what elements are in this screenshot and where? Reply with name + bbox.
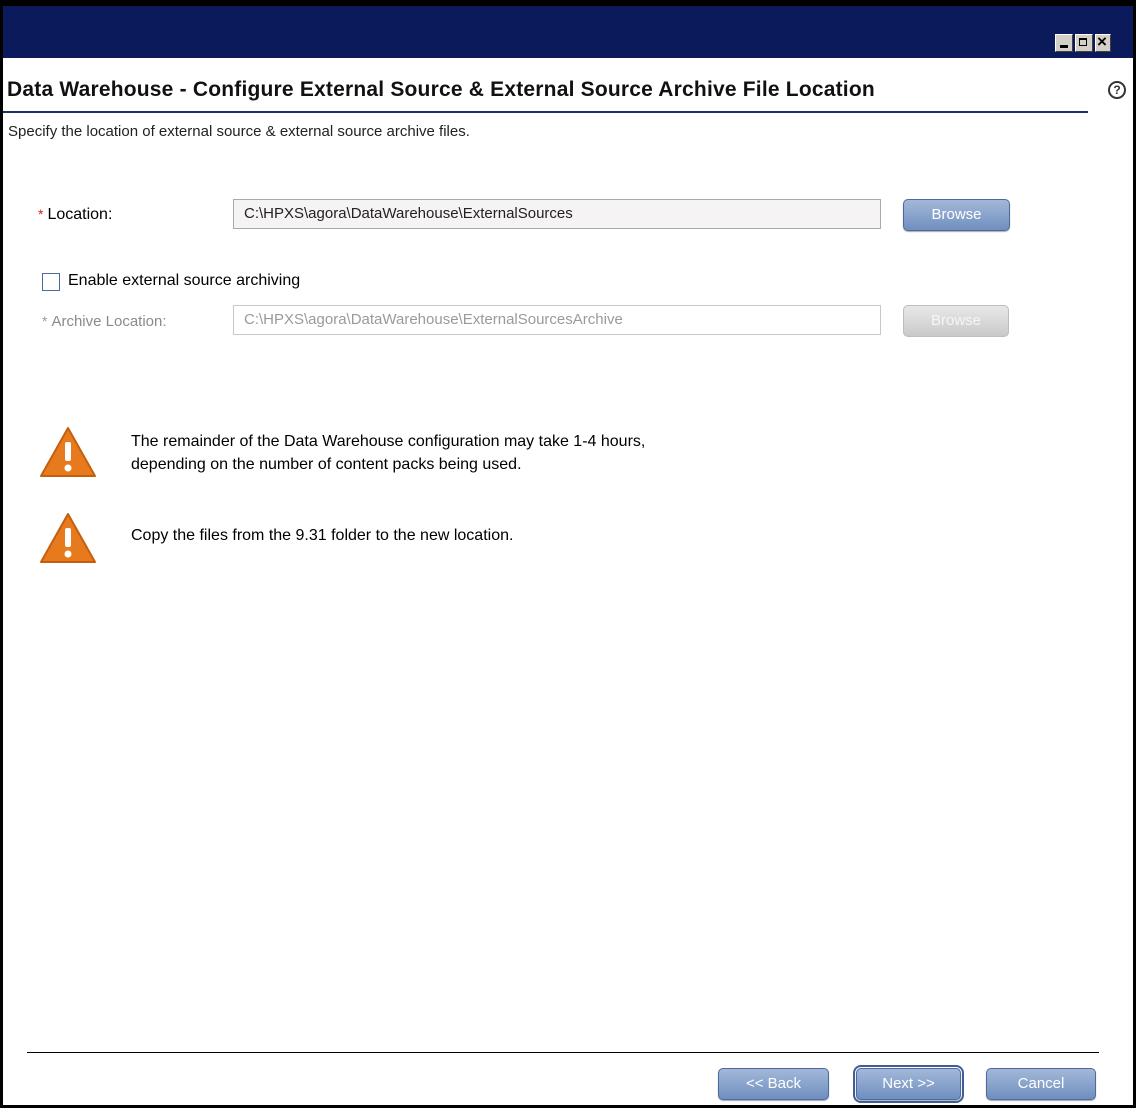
warning-line: Copy the files from the 9.31 folder to t… — [131, 527, 514, 544]
title-divider — [3, 111, 1088, 113]
warning-icon — [40, 427, 96, 477]
help-icon[interactable]: ? — [1108, 81, 1126, 99]
location-label: Location: — [47, 206, 113, 223]
warning-line: The remainder of the Data Warehouse conf… — [131, 433, 646, 450]
location-label-group: * Location: — [38, 206, 112, 224]
warning-message: Copy the files from the 9.31 folder to t… — [131, 524, 513, 547]
page-subtitle: Specify the location of external source … — [8, 123, 470, 140]
footer-divider — [27, 1052, 1099, 1053]
required-marker: * — [42, 313, 48, 329]
back-button[interactable]: << Back — [718, 1068, 829, 1100]
archive-location-input[interactable]: C:\HPXS\agora\DataWarehouse\ExternalSour… — [233, 305, 881, 335]
window-titlebar[interactable]: × — [3, 6, 1133, 58]
next-button[interactable]: Next >> — [853, 1065, 964, 1103]
location-input[interactable]: C:\HPXS\agora\DataWarehouse\ExternalSour… — [233, 199, 881, 229]
cancel-button[interactable]: Cancel — [986, 1068, 1096, 1100]
dialog-frame — [0, 0, 1136, 1108]
warning-message: The remainder of the Data Warehouse conf… — [131, 430, 645, 476]
archive-location-label: Archive Location: — [51, 313, 167, 330]
minimize-icon[interactable] — [1055, 34, 1073, 52]
page-title: Data Warehouse - Configure External Sour… — [7, 78, 875, 101]
warning-line: depending on the number of content packs… — [131, 456, 522, 473]
warning-icon — [40, 513, 96, 563]
location-browse-button[interactable]: Browse — [903, 199, 1010, 231]
close-icon[interactable]: × — [1095, 32, 1111, 52]
archiving-checkbox-label[interactable]: Enable external source archiving — [68, 272, 300, 290]
archive-location-label-group: * Archive Location: — [42, 313, 167, 330]
archive-browse-button[interactable]: Browse — [903, 305, 1009, 337]
required-marker: * — [38, 206, 44, 222]
maximize-icon[interactable] — [1075, 34, 1093, 52]
archiving-checkbox[interactable] — [42, 273, 60, 291]
